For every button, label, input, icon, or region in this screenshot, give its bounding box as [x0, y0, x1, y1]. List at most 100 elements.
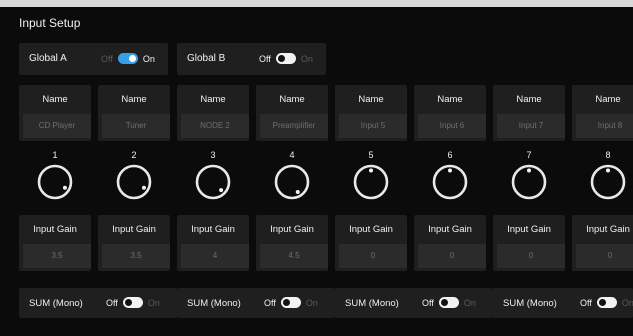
sum-mono-panel-4: SUM (Mono) Off On — [493, 288, 633, 318]
gain-knob[interactable] — [511, 164, 547, 200]
sum-mono-panel-2: SUM (Mono) Off On — [177, 288, 335, 318]
sum-on-label: On — [147, 297, 160, 308]
sum-off-label: Off — [580, 297, 592, 308]
gain-header: Input Gain — [112, 224, 156, 235]
switch-knob — [282, 299, 290, 306]
name-card: Name — [493, 85, 565, 141]
sum-switch[interactable] — [280, 297, 301, 308]
name-card: Name — [98, 85, 170, 141]
name-header: Name — [121, 94, 147, 105]
gain-knob[interactable] — [37, 164, 73, 200]
global-a-panel: Global A Off On — [19, 43, 168, 75]
switch-knob — [440, 299, 448, 306]
knob-indicator — [369, 168, 373, 173]
gain-knob[interactable] — [353, 164, 389, 200]
top-bar — [0, 0, 633, 7]
name-input[interactable] — [23, 114, 91, 138]
switch-knob — [598, 299, 606, 306]
name-card: Name — [335, 85, 407, 141]
knob-indicator — [448, 168, 452, 173]
gain-header: Input Gain — [349, 224, 393, 235]
global-b-panel: Global B Off On — [177, 43, 326, 75]
global-b-toggle[interactable]: Off On — [259, 53, 313, 64]
name-input[interactable] — [181, 114, 249, 138]
gain-header: Input Gain — [33, 224, 77, 235]
name-input[interactable] — [418, 114, 486, 138]
gain-header: Input Gain — [270, 224, 314, 235]
sum-on-label: On — [305, 297, 318, 308]
page-title: Input Setup — [19, 16, 81, 30]
switch-knob — [128, 55, 136, 62]
sum-mono-toggle[interactable]: Off On — [106, 297, 160, 308]
gain-card: Input Gain — [177, 215, 249, 271]
gain-input[interactable] — [181, 244, 249, 268]
global-b-on-label: On — [300, 53, 313, 64]
sum-switch[interactable] — [438, 297, 459, 308]
channel-number: 4 — [289, 150, 295, 160]
name-card: Name — [256, 85, 328, 141]
global-b-switch[interactable] — [275, 53, 296, 64]
sum-mono-label: SUM (Mono) — [503, 298, 557, 309]
name-card: Name — [572, 85, 633, 141]
channel-number: 1 — [52, 150, 58, 160]
knob-indicator — [295, 189, 300, 194]
knob-indicator — [141, 185, 146, 190]
sum-switch[interactable] — [122, 297, 143, 308]
gain-knob[interactable] — [590, 164, 626, 200]
gain-knob[interactable] — [116, 164, 152, 200]
name-input[interactable] — [102, 114, 170, 138]
name-input[interactable] — [576, 114, 633, 138]
gain-knob[interactable] — [195, 164, 231, 200]
global-a-on-label: On — [142, 53, 155, 64]
sum-on-label: On — [621, 297, 633, 308]
gain-input[interactable] — [102, 244, 170, 268]
global-b-off-label: Off — [259, 53, 271, 64]
gain-knob[interactable] — [274, 164, 310, 200]
gain-card: Input Gain — [335, 215, 407, 271]
name-input[interactable] — [339, 114, 407, 138]
gain-header: Input Gain — [428, 224, 472, 235]
sum-mono-label: SUM (Mono) — [29, 298, 83, 309]
name-header: Name — [437, 94, 463, 105]
channel-number: 8 — [605, 150, 611, 160]
channel-number: 3 — [210, 150, 216, 160]
sum-mono-toggle[interactable]: Off On — [422, 297, 476, 308]
gain-header: Input Gain — [507, 224, 551, 235]
knob-indicator — [62, 185, 67, 190]
knob-indicator — [606, 168, 610, 173]
gain-input[interactable] — [23, 244, 91, 268]
name-header: Name — [200, 94, 226, 105]
global-a-toggle[interactable]: Off On — [101, 53, 155, 64]
name-card: Name — [177, 85, 249, 141]
name-input[interactable] — [260, 114, 328, 138]
gain-input[interactable] — [260, 244, 328, 268]
gain-input[interactable] — [576, 244, 633, 268]
switch-knob — [277, 55, 285, 62]
global-a-label: Global A — [29, 53, 67, 64]
gain-input[interactable] — [497, 244, 565, 268]
name-card: Name — [19, 85, 91, 141]
gain-input[interactable] — [339, 244, 407, 268]
name-header: Name — [279, 94, 305, 105]
gain-input[interactable] — [418, 244, 486, 268]
sum-mono-toggle[interactable]: Off On — [264, 297, 318, 308]
name-header: Name — [595, 94, 621, 105]
global-b-label: Global B — [187, 53, 226, 64]
name-input[interactable] — [497, 114, 565, 138]
sum-mono-toggle[interactable]: Off On — [580, 297, 633, 308]
switch-knob — [124, 299, 132, 306]
sum-on-label: On — [463, 297, 476, 308]
knob-indicator — [219, 188, 224, 193]
knob-indicator — [527, 168, 531, 173]
gain-knob[interactable] — [432, 164, 468, 200]
sum-mono-panel-3: SUM (Mono) Off On — [335, 288, 493, 318]
sum-switch[interactable] — [596, 297, 617, 308]
sum-mono-panel-1: SUM (Mono) Off On — [19, 288, 177, 318]
gain-header: Input Gain — [586, 224, 630, 235]
gain-card: Input Gain — [493, 215, 565, 271]
gain-card: Input Gain — [572, 215, 633, 271]
name-header: Name — [358, 94, 384, 105]
gain-header: Input Gain — [191, 224, 235, 235]
global-a-switch[interactable] — [117, 53, 138, 64]
channel-number: 2 — [131, 150, 137, 160]
